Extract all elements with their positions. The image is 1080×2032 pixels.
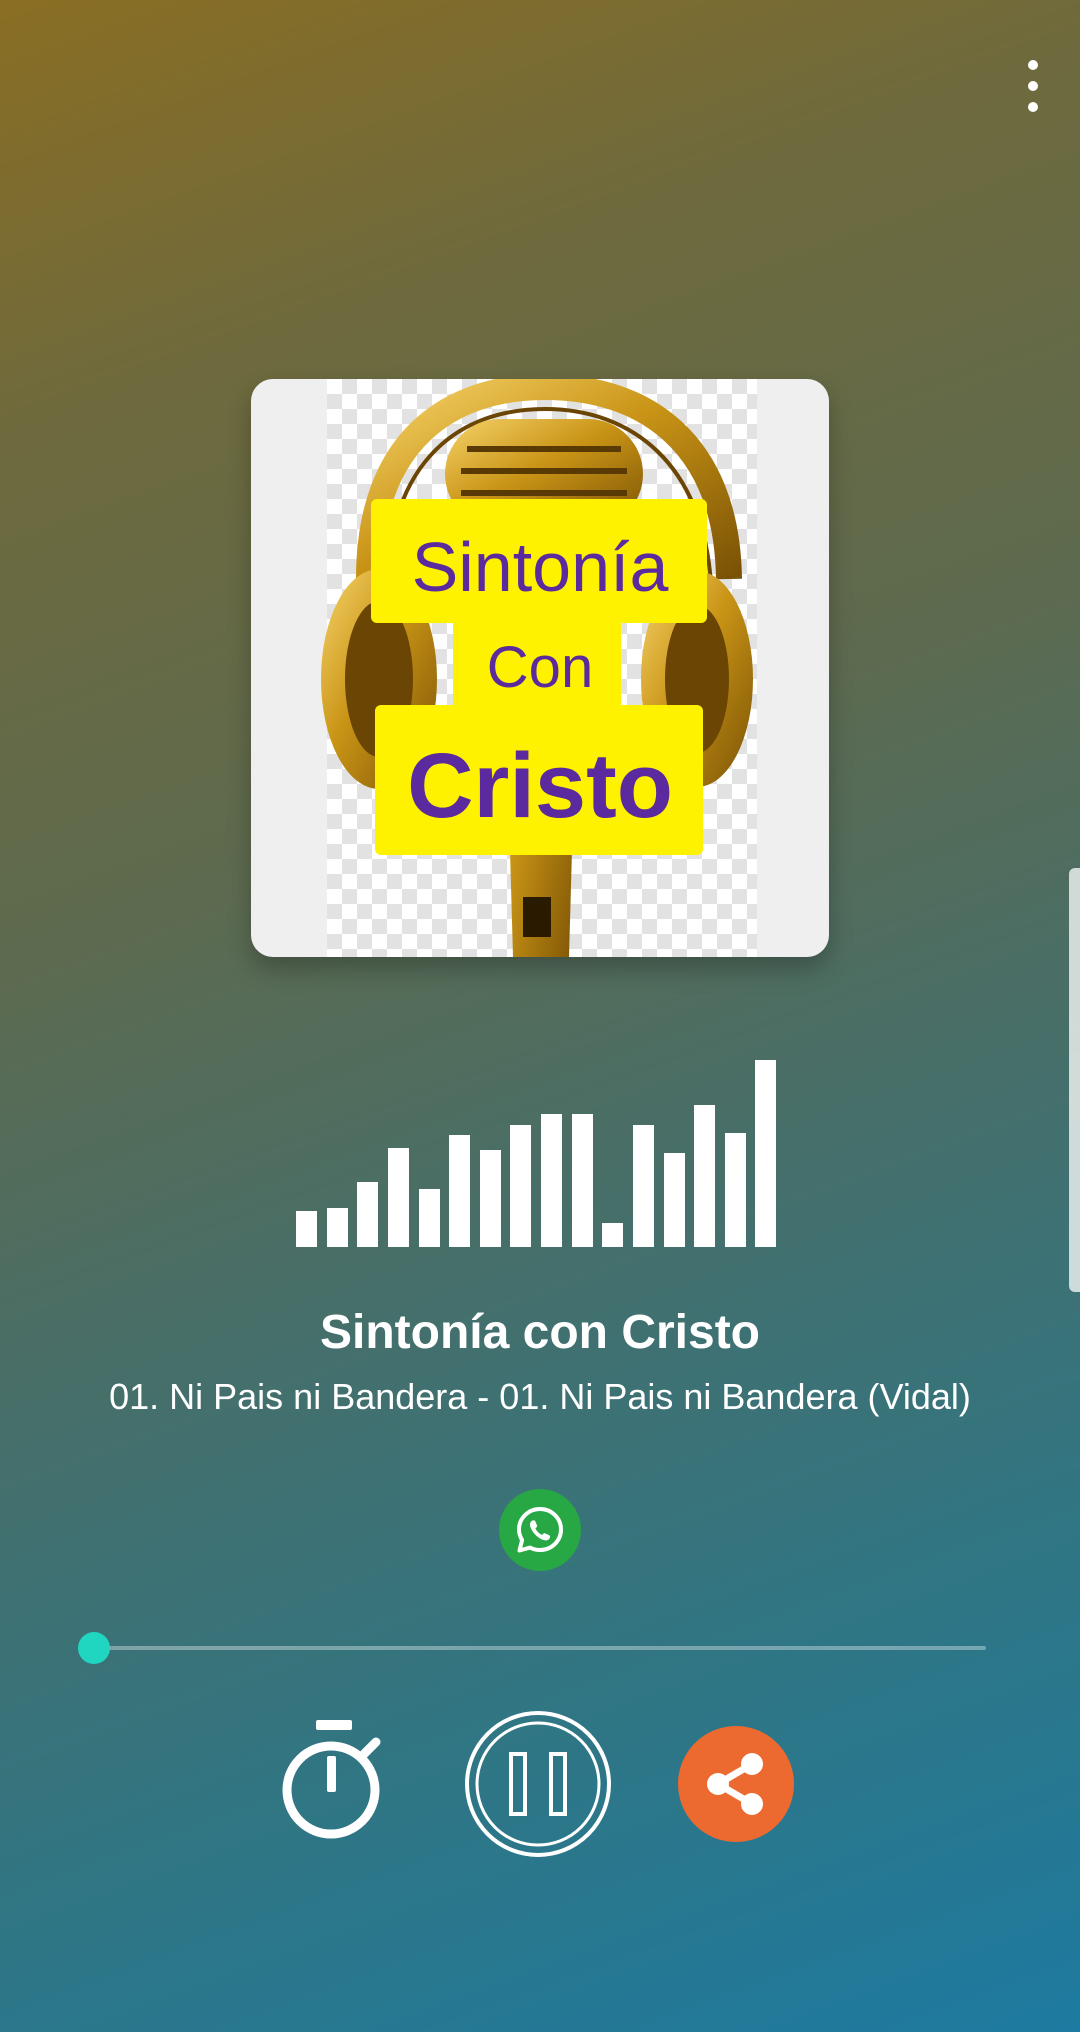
visualizer-bar <box>572 1114 593 1247</box>
visualizer-bar <box>449 1135 470 1247</box>
timer-icon <box>282 1720 381 1839</box>
now-playing-track: 01. Ni Pais ni Bandera - 01. Ni Pais ni … <box>109 1376 971 1417</box>
cover-logo-line-2: Con <box>486 635 594 700</box>
visualizer-bar <box>480 1150 501 1247</box>
visualizer-bar <box>694 1105 715 1247</box>
pause-icon <box>465 1711 611 1857</box>
play-pause-button[interactable] <box>464 1710 612 1858</box>
visualizer-bar <box>664 1153 685 1247</box>
share-button[interactable] <box>678 1726 794 1842</box>
audio-visualizer <box>296 1060 786 1247</box>
visualizer-bar <box>633 1125 654 1247</box>
more-vert-icon-dot-2 <box>1028 81 1038 91</box>
visualizer-bar <box>357 1182 378 1247</box>
visualizer-bar <box>755 1060 776 1247</box>
station-name: Sintonía con Cristo <box>319 1306 760 1359</box>
sleep-timer-button[interactable] <box>280 1718 390 1842</box>
overflow-menu-button[interactable] <box>1002 56 1062 116</box>
whatsapp-button[interactable] <box>499 1489 581 1571</box>
more-vert-icon-dot-3 <box>1028 102 1038 112</box>
seek-bar-thumb[interactable] <box>78 1632 110 1664</box>
visualizer-bar <box>602 1223 623 1247</box>
visualizer-bar <box>327 1208 348 1247</box>
visualizer-bar <box>541 1114 562 1247</box>
whatsapp-icon <box>517 1507 563 1553</box>
visualizer-bar <box>725 1133 746 1247</box>
cover-logo-line-1: Sintonía <box>411 528 669 606</box>
more-vert-icon <box>1028 60 1038 70</box>
visualizer-bar <box>388 1148 409 1247</box>
seek-bar[interactable] <box>78 1632 986 1664</box>
cover-logo-line-3: Cristo <box>407 735 673 837</box>
visualizer-bar <box>510 1125 531 1247</box>
side-panel-handle[interactable] <box>1069 868 1080 1292</box>
visualizer-bar <box>419 1189 440 1247</box>
visualizer-bar <box>296 1211 317 1247</box>
station-cover-art: Sintonía Con Cristo <box>251 379 829 957</box>
share-icon <box>707 1753 763 1815</box>
